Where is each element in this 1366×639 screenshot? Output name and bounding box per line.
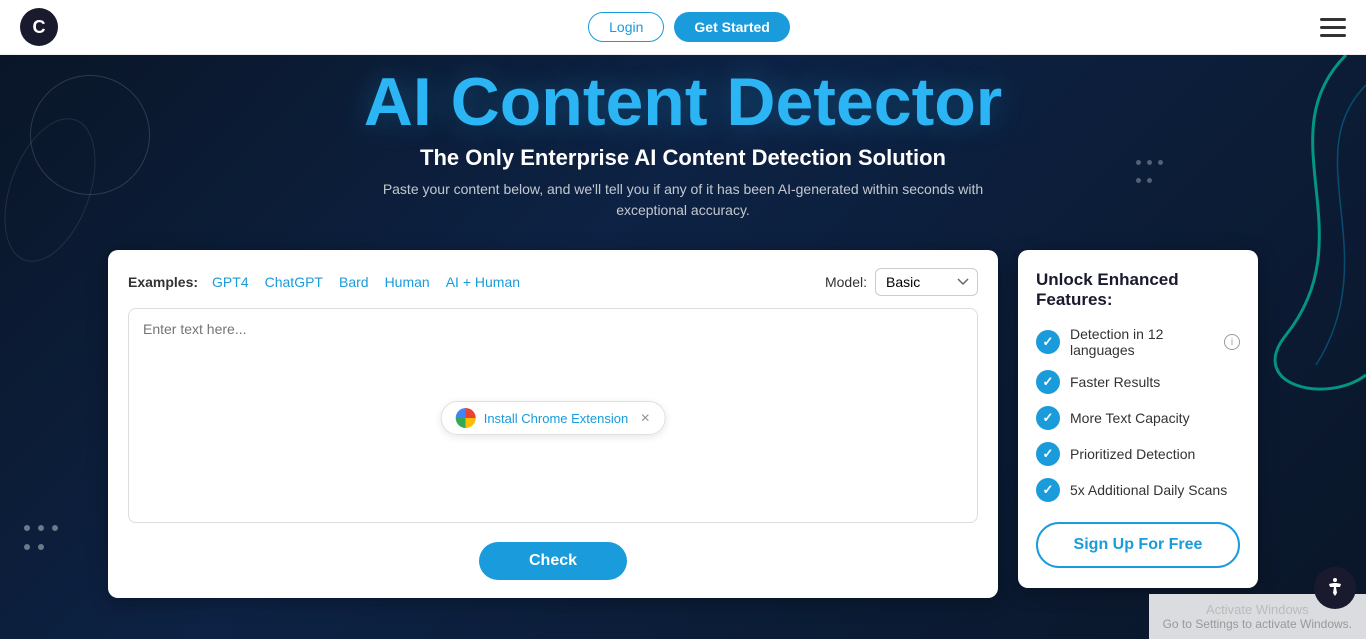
- logo[interactable]: C: [20, 8, 58, 46]
- panels-area: Examples: GPT4 ChatGPT Bard Human AI + H…: [108, 250, 1258, 598]
- example-bard[interactable]: Bard: [339, 274, 369, 290]
- unlock-title: Unlock Enhanced Features:: [1036, 270, 1240, 310]
- activate-subtitle: Go to Settings to activate Windows.: [1163, 617, 1352, 631]
- example-ai-human[interactable]: AI + Human: [446, 274, 520, 290]
- example-chatgpt[interactable]: ChatGPT: [265, 274, 323, 290]
- feature-item-more-text: More Text Capacity: [1036, 406, 1240, 430]
- navbar-actions: Login Get Started: [588, 12, 790, 42]
- hero-content: AI Content Detector The Only Enterprise …: [0, 55, 1366, 221]
- model-row: Model: Basic Advanced Premium: [825, 268, 978, 296]
- examples-section: Examples: GPT4 ChatGPT Bard Human AI + H…: [128, 274, 520, 290]
- check-circle-icon: [1036, 370, 1060, 394]
- info-icon-detection[interactable]: i: [1224, 334, 1240, 350]
- hamburger-line: [1320, 26, 1346, 29]
- check-circle-icon: [1036, 406, 1060, 430]
- hero-section: AI Content Detector The Only Enterprise …: [0, 55, 1366, 639]
- hamburger-menu[interactable]: [1320, 18, 1346, 37]
- signup-button[interactable]: Sign Up For Free: [1036, 522, 1240, 568]
- login-button[interactable]: Login: [588, 12, 664, 42]
- chrome-icon: [456, 408, 476, 428]
- model-label: Model:: [825, 274, 867, 290]
- hamburger-line: [1320, 34, 1346, 37]
- accessibility-button[interactable]: [1314, 567, 1356, 609]
- feature-label-detection-languages: Detection in 12 languages: [1070, 326, 1214, 358]
- example-links: GPT4 ChatGPT Bard Human AI + Human: [212, 274, 520, 290]
- feature-label-more-text: More Text Capacity: [1070, 410, 1240, 426]
- accessibility-icon: [1323, 576, 1347, 600]
- feature-item-detection-languages: Detection in 12 languages i: [1036, 326, 1240, 358]
- check-circle-icon: [1036, 330, 1060, 354]
- navbar: C Login Get Started: [0, 0, 1366, 55]
- close-badge-icon[interactable]: ✕: [640, 411, 650, 425]
- deco-dots-left: [20, 521, 62, 559]
- check-btn-row: Check: [128, 542, 978, 580]
- check-circle-icon: [1036, 478, 1060, 502]
- feature-item-additional-scans: 5x Additional Daily Scans: [1036, 478, 1240, 502]
- hero-description: Paste your content below, and we'll tell…: [358, 179, 1008, 221]
- feature-item-prioritized-detection: Prioritized Detection: [1036, 442, 1240, 466]
- feature-item-faster-results: Faster Results: [1036, 370, 1240, 394]
- examples-model-row: Examples: GPT4 ChatGPT Bard Human AI + H…: [128, 268, 978, 296]
- hero-title: AI Content Detector: [0, 65, 1366, 140]
- textarea-wrapper: Install Chrome Extension ✕: [128, 308, 978, 528]
- feature-label-faster-results: Faster Results: [1070, 374, 1240, 390]
- left-panel: Examples: GPT4 ChatGPT Bard Human AI + H…: [108, 250, 998, 598]
- chrome-ext-label: Install Chrome Extension: [484, 411, 629, 426]
- feature-list: Detection in 12 languages i Faster Resul…: [1036, 326, 1240, 502]
- examples-label: Examples:: [128, 274, 198, 290]
- check-button[interactable]: Check: [479, 542, 627, 580]
- right-panel: Unlock Enhanced Features: Detection in 1…: [1018, 250, 1258, 588]
- feature-label-prioritized: Prioritized Detection: [1070, 446, 1240, 462]
- check-circle-icon: [1036, 442, 1060, 466]
- get-started-button[interactable]: Get Started: [674, 12, 789, 42]
- logo-letter: C: [33, 17, 46, 38]
- example-human[interactable]: Human: [385, 274, 430, 290]
- chrome-extension-badge[interactable]: Install Chrome Extension ✕: [441, 401, 666, 435]
- hero-subtitle: The Only Enterprise AI Content Detection…: [0, 145, 1366, 171]
- feature-label-scans: 5x Additional Daily Scans: [1070, 482, 1240, 498]
- hamburger-line: [1320, 18, 1346, 21]
- example-gpt4[interactable]: GPT4: [212, 274, 249, 290]
- model-select[interactable]: Basic Advanced Premium: [875, 268, 978, 296]
